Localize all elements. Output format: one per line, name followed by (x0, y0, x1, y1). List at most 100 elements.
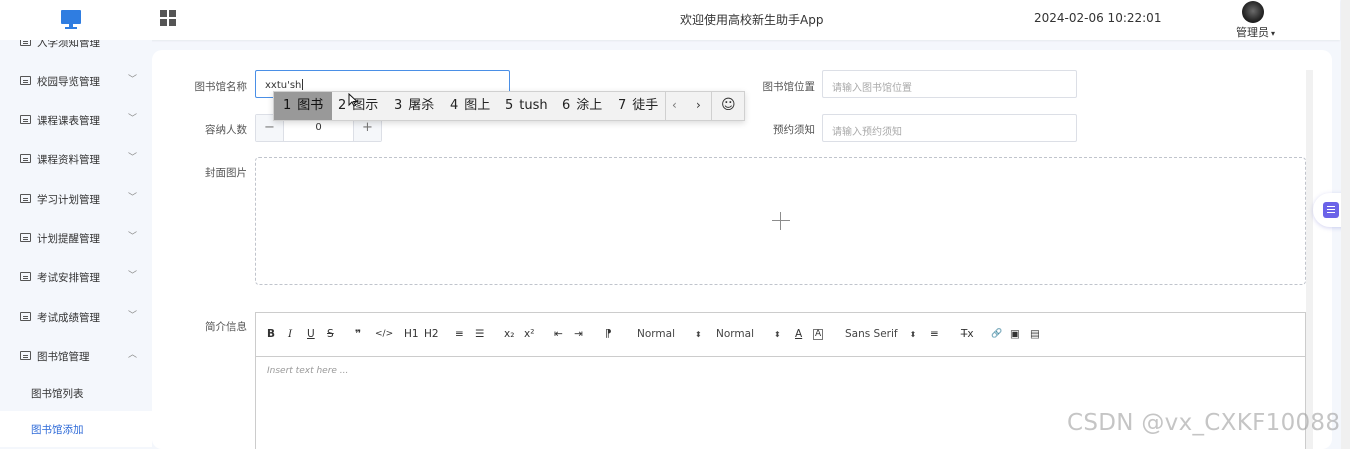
candidate-number: 5 (505, 98, 514, 113)
notice-input[interactable]: 请输入预约须知 (822, 114, 1077, 142)
sidebar-item-admission-notice[interactable]: 入学须知管理 ﹀ (0, 40, 152, 57)
sidebar: 入学须知管理 ﹀ 校园导览管理 ﹀ 课程课表管理 ﹀ 课程资料管理 ﹀ 学习计划… (0, 40, 152, 449)
select-arrows-icon: ⬍ (695, 330, 702, 339)
ime-candidate[interactable]: 4 图上 (441, 92, 499, 120)
sidebar-subitem-label: 图书馆列表 (31, 388, 84, 400)
outdent-button[interactable]: ⇤ (554, 328, 563, 342)
sidebar-item-plan-reminder[interactable]: 计划提醒管理 ﹀ (0, 223, 152, 253)
candidate-number: 4 (450, 98, 459, 113)
page-scrollbar[interactable] (1341, 0, 1350, 449)
candidate-number: 1 (283, 98, 292, 113)
emoji-icon[interactable]: ☺ (721, 92, 736, 120)
sidebar-item-label: 课程资料管理 (37, 154, 100, 166)
strike-button[interactable]: S (327, 328, 334, 342)
sidebar-item-label: 考试成绩管理 (37, 312, 100, 324)
sidebar-item-label: 考试安排管理 (37, 272, 100, 284)
header-select[interactable]: Normal ⬍ (716, 328, 781, 342)
sidebar-item-label: 校园导览管理 (37, 76, 100, 88)
align-button[interactable]: ≡ (930, 328, 939, 342)
sidebar-item-study-plan[interactable]: 学习计划管理 ﹀ (0, 184, 152, 214)
watermark: CSDN @vx_CXKF10088 (1067, 410, 1341, 436)
list-icon (20, 154, 31, 163)
sidebar-item-label: 计划提醒管理 (37, 233, 100, 245)
ime-candidate[interactable]: 2 图示 (329, 92, 387, 120)
library-location-label: 图书馆位置 (762, 81, 816, 93)
header-2-button[interactable]: H2 (424, 328, 439, 342)
sidebar-item-course-materials[interactable]: 课程资料管理 ﹀ (0, 144, 152, 174)
sidebar-item-library[interactable]: 图书馆管理 ︿ (0, 341, 152, 371)
candidate-text: 图上 (464, 98, 491, 113)
video-button[interactable]: ▤ (1030, 328, 1040, 342)
indent-button[interactable]: ⇥ (574, 328, 583, 342)
notice-label: 预约须知 (773, 124, 815, 136)
list-icon (20, 115, 31, 124)
sidebar-subitem-library-add[interactable]: 图书馆添加 (0, 411, 152, 447)
link-button[interactable]: 🔗 (991, 328, 1002, 342)
ime-candidate[interactable]: 7 徒手 (609, 92, 667, 120)
sidebar-subitem-library-list[interactable]: 图书馆列表 (0, 375, 152, 411)
ime-candidate-window: 1 图书 2 图示 3 屠杀 4 图上 5 tush 6 涂上 7 徒手 ‹ › ☺ (273, 91, 745, 121)
candidate-text: 徒手 (632, 98, 659, 113)
candidate-text: tush (519, 98, 548, 113)
blockquote-button[interactable]: ❞ (355, 328, 361, 342)
user-name: 管理员 (1236, 26, 1269, 39)
ime-candidate[interactable]: 5 tush (496, 92, 557, 120)
select-arrows-icon: ⬍ (909, 330, 917, 339)
capacity-value[interactable]: 0 (284, 122, 353, 133)
superscript-button[interactable]: x² (524, 328, 534, 342)
ime-candidate[interactable]: 6 涂上 (553, 92, 611, 120)
clean-format-button[interactable]: T̶x (961, 328, 974, 342)
ime-prev-page-icon[interactable]: ‹ (672, 92, 677, 120)
sidebar-item-exam-scores[interactable]: 考试成绩管理 ﹀ (0, 302, 152, 332)
font-family-select[interactable]: Sans Serif ⬍ (845, 328, 916, 342)
plus-icon (772, 212, 790, 230)
chevron-down-icon: ﹀ (128, 114, 138, 124)
code-block-button[interactable]: </> (375, 328, 393, 342)
chevron-down-icon: ﹀ (128, 193, 138, 203)
image-button[interactable]: ▣ (1010, 328, 1020, 342)
sidebar-item-campus-guide[interactable]: 校园导览管理 ﹀ (0, 66, 152, 96)
ime-candidate[interactable]: 3 屠杀 (385, 92, 443, 120)
text-cursor (302, 79, 304, 90)
candidate-text: 涂上 (576, 98, 603, 113)
editor-toolbar: B I U S ❞ </> H1 H2 ≡ ☰ x₂ x² ⇤ ⇥ ⁋ Norm… (256, 313, 1305, 357)
library-name-value: xxtu'sh (265, 80, 302, 91)
content-scrollbar[interactable] (1306, 70, 1313, 449)
background-color-button[interactable]: A (813, 329, 824, 340)
sidebar-item-label: 图书馆管理 (37, 351, 90, 363)
ime-next-page-icon[interactable]: › (696, 92, 701, 120)
underline-button[interactable]: U (307, 328, 315, 342)
text-direction-button[interactable]: ⁋ (605, 328, 612, 342)
editor-placeholder[interactable]: Insert text here ... (267, 366, 348, 376)
monitor-logo-icon[interactable] (60, 8, 82, 30)
sidebar-item-label: 学习计划管理 (37, 194, 100, 206)
ime-candidate[interactable]: 1 图书 (274, 92, 333, 120)
ordered-list-button[interactable]: ≡ (455, 328, 464, 342)
header-select-value: Normal (716, 328, 754, 340)
list-icon (20, 76, 31, 85)
italic-button[interactable]: I (288, 328, 292, 342)
size-select[interactable]: Normal ⬍ (637, 328, 702, 342)
sidebar-item-exam-schedule[interactable]: 考试安排管理 ﹀ (0, 262, 152, 292)
user-menu[interactable]: 管理员 ▾ (1236, 24, 1275, 40)
chevron-down-icon: ﹀ (128, 153, 138, 163)
chevron-down-icon: ▾ (1271, 29, 1276, 38)
top-header: 欢迎使用高校新生助手App 2024-02-06 10:22:01 管理员 ▾ (0, 0, 1340, 40)
font-color-button[interactable]: A (795, 328, 802, 342)
bold-button[interactable]: B (267, 328, 275, 342)
candidate-number: 6 (562, 98, 571, 113)
bullet-list-button[interactable]: ☰ (475, 328, 484, 342)
app-grid-icon[interactable] (160, 10, 176, 26)
chevron-down-icon: ﹀ (128, 232, 138, 242)
divider (711, 92, 712, 120)
header-1-button[interactable]: H1 (404, 328, 419, 342)
sidebar-item-course-schedule[interactable]: 课程课表管理 ﹀ (0, 105, 152, 135)
cover-image-uploader[interactable] (255, 157, 1306, 285)
candidate-number: 2 (338, 98, 347, 113)
chevron-down-icon: ﹀ (128, 311, 138, 321)
list-icon (20, 312, 31, 321)
library-location-input[interactable]: 请输入图书馆位置 (822, 70, 1077, 98)
user-avatar[interactable] (1242, 1, 1264, 23)
list-icon (20, 272, 31, 281)
subscript-button[interactable]: x₂ (504, 328, 514, 342)
